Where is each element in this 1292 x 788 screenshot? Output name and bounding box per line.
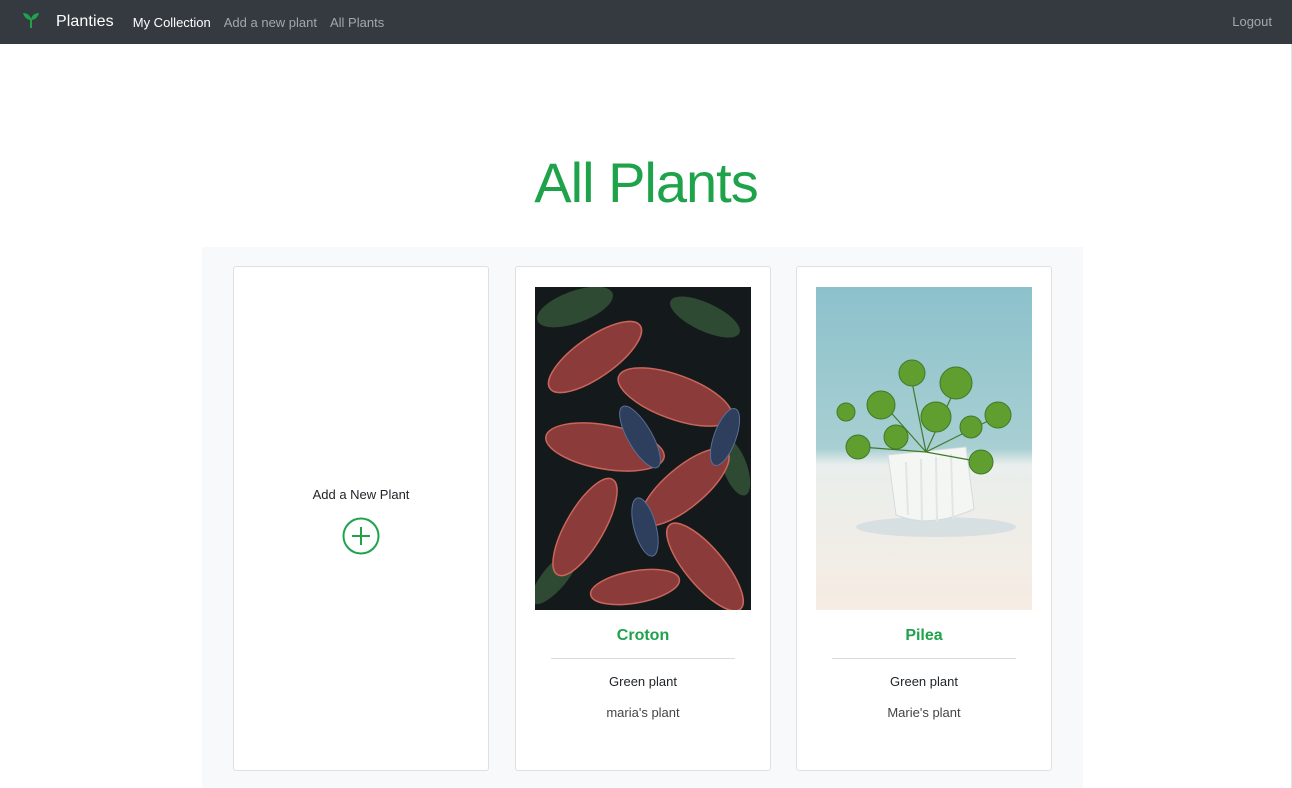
plus-circle-icon[interactable] [342, 517, 380, 555]
brand-link[interactable]: Planties [22, 11, 114, 34]
plant-type: Green plant [890, 674, 958, 689]
plant-owner: Marie's plant [887, 705, 961, 720]
nav-link-add-new-plant[interactable]: Add a new plant [224, 15, 317, 30]
plant-card-pilea[interactable]: Pilea Green plant Marie's plant [796, 266, 1052, 771]
logout-link[interactable]: Logout [1232, 14, 1272, 29]
sprout-icon [22, 11, 40, 34]
croton-leaves-photo [535, 287, 751, 610]
plant-type: Green plant [609, 674, 677, 689]
nav-links: My Collection Add a new plant All Plants [133, 15, 397, 30]
add-plant-card[interactable]: Add a New Plant [233, 266, 489, 771]
add-plant-label: Add a New Plant [312, 487, 410, 502]
plant-owner: maria's plant [606, 705, 680, 720]
plant-name[interactable]: Croton [516, 627, 770, 645]
page-title: All Plants [534, 151, 758, 214]
nav-link-my-collection[interactable]: My Collection [133, 15, 211, 30]
plant-name[interactable]: Pilea [797, 627, 1051, 645]
pilea-pot-photo [816, 287, 1032, 610]
brand-name: Planties [56, 13, 114, 30]
top-navbar: Planties My Collection Add a new plant A… [0, 0, 1292, 44]
card-divider [551, 658, 735, 659]
card-divider [832, 658, 1016, 659]
plant-card-croton[interactable]: Croton Green plant maria's plant [515, 266, 771, 771]
nav-link-all-plants[interactable]: All Plants [330, 15, 384, 30]
